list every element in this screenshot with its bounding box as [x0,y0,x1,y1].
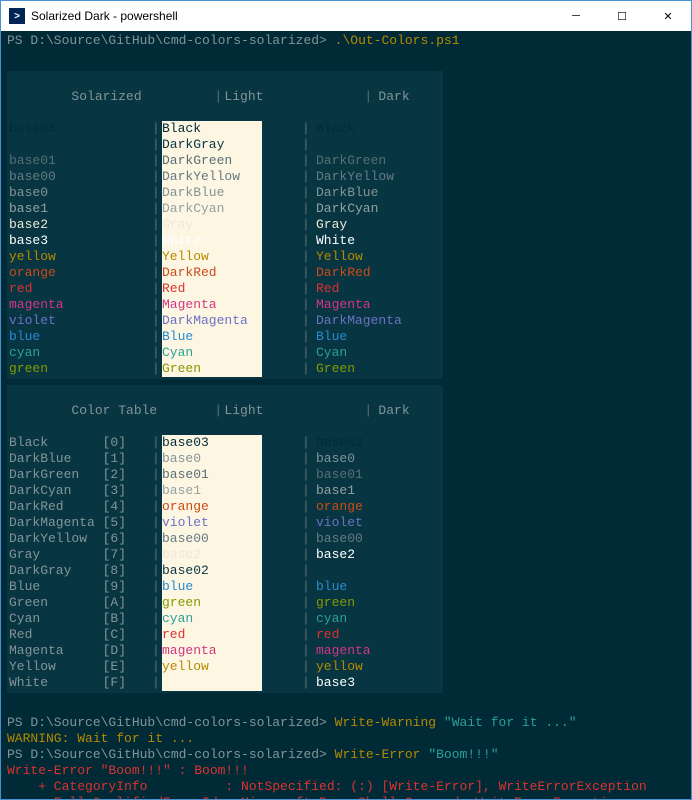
powershell-icon: > [9,8,25,24]
table-row: Red [C]|red|red [7,627,443,643]
terminal-body[interactable]: PS D:\Source\GitHub\cmd-colors-solarized… [1,31,691,799]
table2-header-dark: Dark [374,403,514,419]
table-row: red |Red|Red [7,281,443,297]
table-row: base01 |DarkGreen|DarkGreen [7,153,443,169]
table-row: DarkGreen [2]|base01|base01 [7,467,443,483]
table-row: Blue [9]|blue|blue [7,579,443,595]
table-row: orange |DarkRed|DarkRed [7,265,443,281]
table-row: base00 |DarkYellow|DarkYellow [7,169,443,185]
table-row: DarkRed [4]|orange|orange [7,499,443,515]
table-row: Magenta [D]|magenta|magenta [7,643,443,659]
table-row: DarkCyan [3]|base1|base1 [7,483,443,499]
color-table: Color Table|Light|Dark Black [0]|base03|… [7,385,443,693]
table-row: violet |DarkMagenta|DarkMagenta [7,313,443,329]
close-button[interactable]: ✕ [645,1,691,31]
table-row: base02 |DarkGray|DarkGray [7,137,443,153]
error-output-line2: + CategoryInfo : NotSpecified: (:) [Writ… [7,779,685,795]
table-row: base1 |DarkCyan|DarkCyan [7,201,443,217]
table-row: DarkMagenta [5]|violet|violet [7,515,443,531]
table-row: magenta |Magenta|Magenta [7,297,443,313]
table-row: Cyan [B]|cyan|cyan [7,611,443,627]
table-row: base0 |DarkBlue|DarkBlue [7,185,443,201]
table-row: DarkGray [8]|base02|base02 [7,563,443,579]
table-row: yellow |Yellow|Yellow [7,249,443,265]
window-title: Solarized Dark - powershell [31,9,553,23]
table-row: DarkBlue [1]|base0|base0 [7,451,443,467]
table1-header-light: Light [224,89,364,105]
maximize-button[interactable]: ☐ [599,1,645,31]
prompt-line-2: PS D:\Source\GitHub\cmd-colors-solarized… [7,715,685,731]
table1-header-solarized: Solarized [69,89,214,105]
table-row: Gray [7]|base2|base2 [7,547,443,563]
table-row: White [F]|base3|base3 [7,675,443,691]
table2-header-colortable: Color Table [69,403,214,419]
table-row: DarkYellow [6]|base00|base00 [7,531,443,547]
table1-header-dark: Dark [374,89,514,105]
error-output-line1: Write-Error "Boom!!!" : Boom!!! [7,763,685,779]
prompt-line-1: PS D:\Source\GitHub\cmd-colors-solarized… [7,33,685,49]
table2-header-light: Light [224,403,364,419]
table-row: Black [0]|base03|base03 [7,435,443,451]
prompt-line-3: PS D:\Source\GitHub\cmd-colors-solarized… [7,747,685,763]
table-row: Green [A]|green|green [7,595,443,611]
powershell-window: > Solarized Dark - powershell ─ ☐ ✕ PS D… [0,0,692,800]
warning-output: WARNING: Wait for it ... [7,731,685,747]
error-output-line3: + FullyQualifiedErrorId : Microsoft.Powe… [7,795,685,799]
table-row: blue |Blue|Blue [7,329,443,345]
window-controls: ─ ☐ ✕ [553,1,691,31]
titlebar[interactable]: > Solarized Dark - powershell ─ ☐ ✕ [1,1,691,31]
table-row: Yellow [E]|yellow|yellow [7,659,443,675]
minimize-button[interactable]: ─ [553,1,599,31]
solarized-table: Solarized|Light|Dark base03 |Black|Black… [7,71,443,379]
table-row: base2 |Gray|Gray [7,217,443,233]
table-row: green |Green|Green [7,361,443,377]
table-row: cyan |Cyan|Cyan [7,345,443,361]
table-row: base03 |Black|Black [7,121,443,137]
table-row: base3 |White|White [7,233,443,249]
